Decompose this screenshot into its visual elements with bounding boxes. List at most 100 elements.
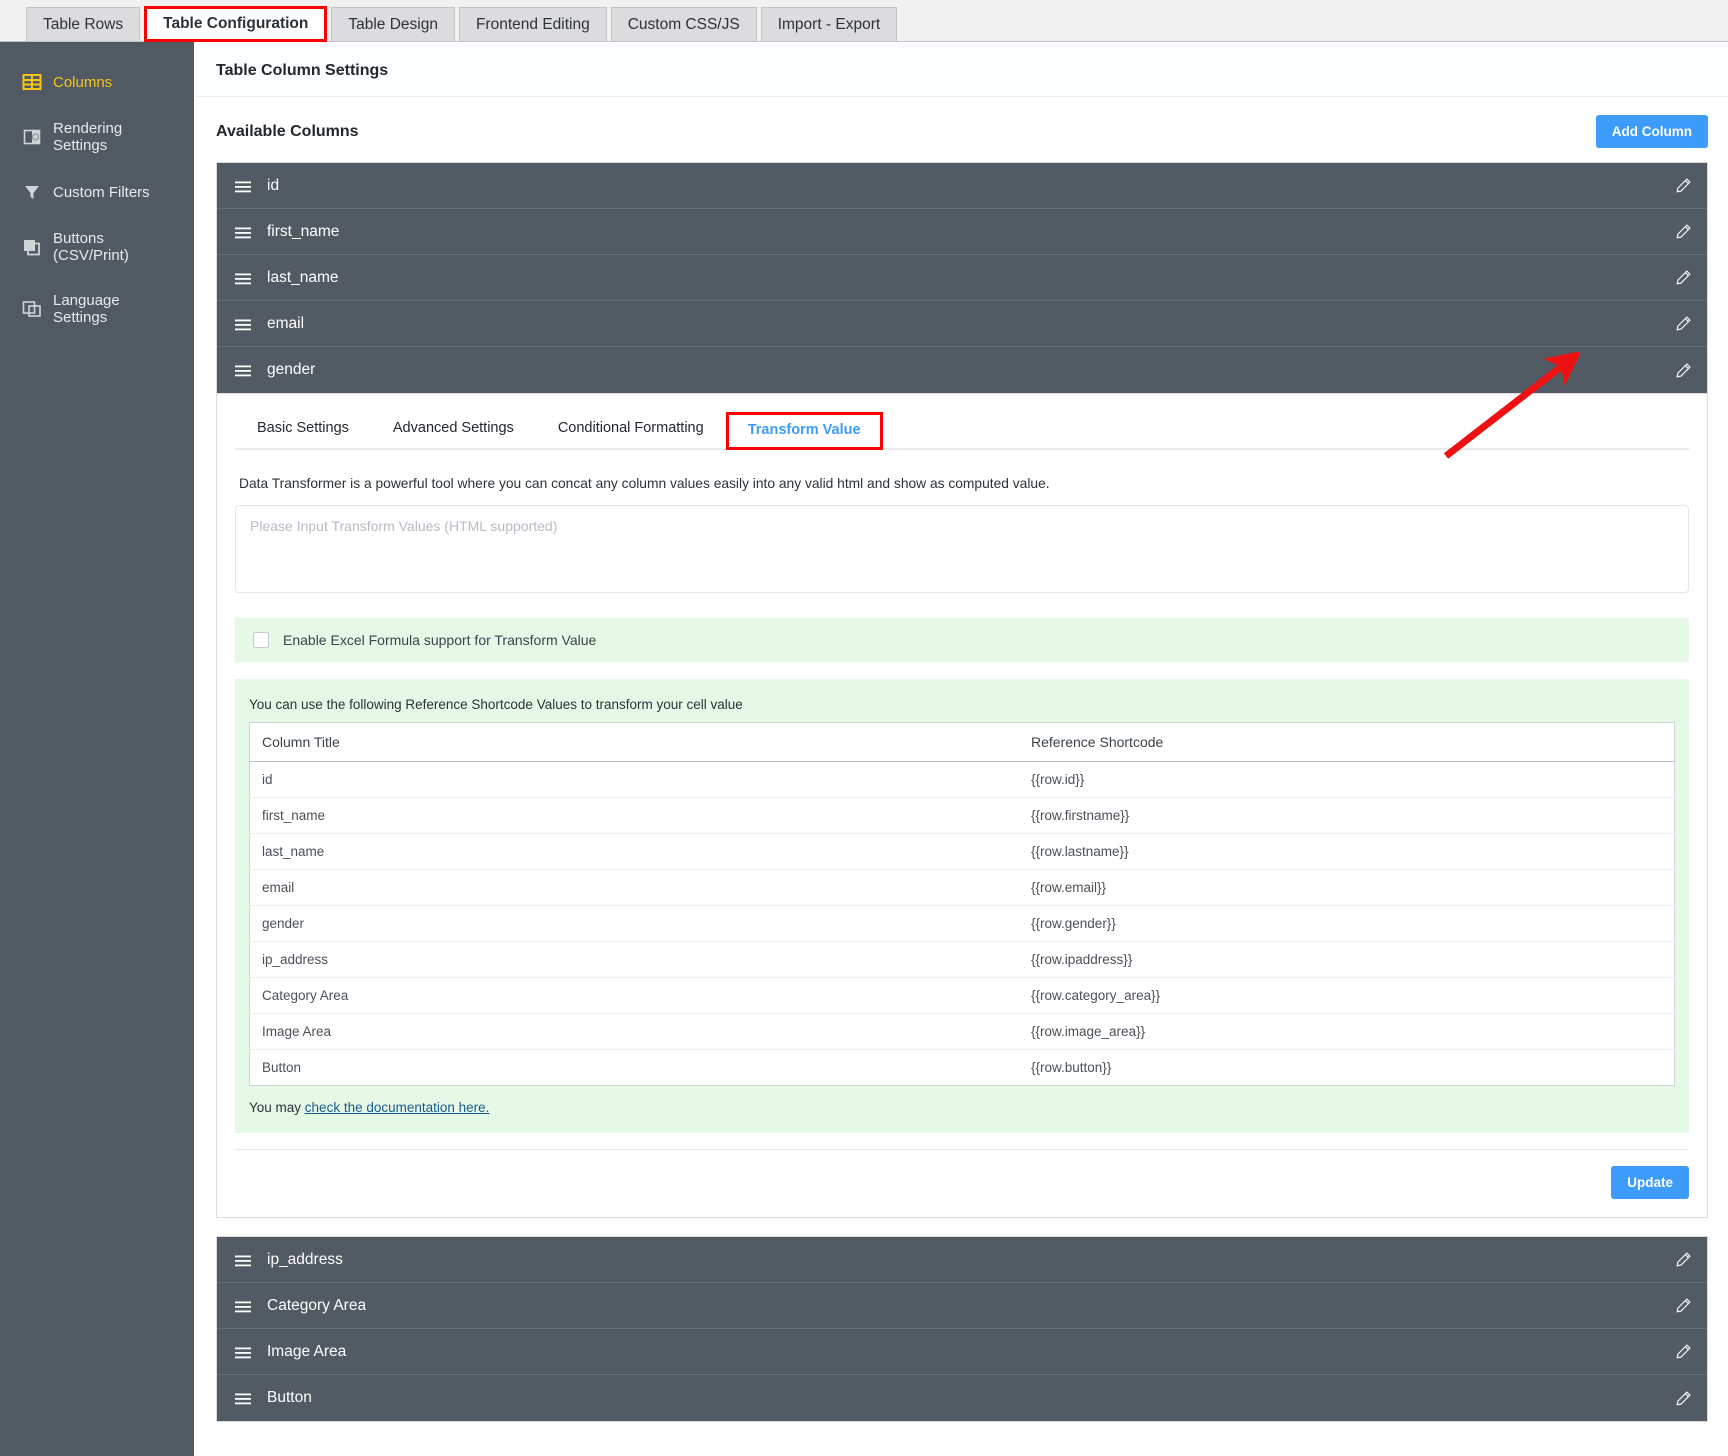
excel-formula-row: Enable Excel Formula support for Transfo… xyxy=(235,618,1689,662)
column-row-label: gender xyxy=(267,361,316,378)
column-row-email[interactable]: email xyxy=(217,301,1707,347)
cell-column-title: last_name xyxy=(249,833,1019,870)
transform-description: Data Transformer is a powerful tool wher… xyxy=(239,476,1050,491)
content-area: Table Column Settings Available Columns … xyxy=(194,42,1728,1456)
pencil-icon[interactable] xyxy=(1676,178,1691,193)
tab-label: Transform Value xyxy=(747,422,861,438)
cell-shortcode: {{row.lastname}} xyxy=(1019,833,1675,870)
enable-excel-formula-checkbox[interactable] xyxy=(253,632,269,648)
drag-handle-icon[interactable] xyxy=(235,1346,251,1358)
tab-conditional-formatting[interactable]: Conditional Formatting xyxy=(536,410,726,448)
column-row-label: last_name xyxy=(267,268,339,286)
tab-transform-value[interactable]: Transform Value xyxy=(725,412,883,450)
table-header-row: Column Title Reference Shortcode xyxy=(249,722,1675,762)
column-row-label: Image Area xyxy=(267,1342,347,1360)
main-shell: Columns Rendering Settings Custom Filter… xyxy=(0,42,1728,1456)
reference-shortcode-table: Column Title Reference Shortcode id {{ro… xyxy=(249,722,1675,1086)
tab-custom-css-js[interactable]: Custom CSS/JS xyxy=(610,7,757,41)
drag-handle-icon[interactable] xyxy=(235,1300,251,1312)
drag-handle-icon[interactable] xyxy=(235,272,251,284)
column-row-label: first_name xyxy=(267,222,340,240)
drag-handle-icon[interactable] xyxy=(235,364,251,377)
tab-label: Basic Settings xyxy=(257,420,349,436)
language-icon xyxy=(22,299,42,319)
pencil-icon[interactable] xyxy=(1676,1252,1691,1267)
table-row: email {{row.email}} xyxy=(249,869,1675,906)
sidebar-item-columns[interactable]: Columns xyxy=(0,58,194,106)
sidebar-item-language-settings[interactable]: Language Settings xyxy=(0,278,194,340)
table-row: Image Area {{row.image_area}} xyxy=(249,1013,1675,1050)
buttons-icon xyxy=(22,237,42,257)
available-columns-label: Available Columns xyxy=(216,122,359,140)
cell-shortcode: {{row.gender}} xyxy=(1019,905,1675,942)
tab-label: Custom CSS/JS xyxy=(627,16,740,33)
column-row-image-area[interactable]: Image Area xyxy=(217,1329,1707,1375)
tab-table-rows[interactable]: Table Rows xyxy=(26,7,141,41)
column-list-top: id first_name last_name email gender xyxy=(216,162,1708,394)
update-button[interactable]: Update xyxy=(1611,1166,1689,1199)
column-row-label: Button xyxy=(267,1389,312,1406)
cell-shortcode: {{row.button}} xyxy=(1031,1060,1112,1075)
pencil-icon[interactable] xyxy=(1676,224,1691,239)
sidebar-item-rendering-settings[interactable]: Rendering Settings xyxy=(0,106,194,168)
transform-values-input[interactable] xyxy=(235,505,1689,593)
table-columns-icon xyxy=(22,72,42,92)
detail-tab-bar: Basic Settings Advanced Settings Conditi… xyxy=(235,394,1689,450)
drag-handle-icon[interactable] xyxy=(235,1392,251,1405)
cell-shortcode: {{row.firstname}} xyxy=(1019,797,1675,834)
column-detail-panel: Basic Settings Advanced Settings Conditi… xyxy=(216,394,1708,1218)
tab-label: Table Design xyxy=(348,16,438,33)
pencil-icon[interactable] xyxy=(1676,270,1691,285)
sidebar-item-label: Columns xyxy=(53,73,113,91)
drag-handle-icon[interactable] xyxy=(235,318,251,330)
drag-handle-icon[interactable] xyxy=(235,226,251,238)
cell-shortcode: {{row.email}} xyxy=(1019,869,1675,906)
tab-table-configuration[interactable]: Table Configuration xyxy=(144,6,328,42)
pencil-icon[interactable] xyxy=(1676,362,1691,378)
pencil-icon[interactable] xyxy=(1676,316,1691,331)
column-row-ip-address[interactable]: ip_address xyxy=(217,1237,1707,1283)
documentation-link[interactable]: check the documentation here. xyxy=(305,1100,490,1115)
column-row-first-name[interactable]: first_name xyxy=(217,209,1707,255)
top-tab-bar: Table Rows Table Configuration Table Des… xyxy=(0,0,1728,42)
enable-excel-formula-label[interactable]: Enable Excel Formula support for Transfo… xyxy=(283,632,596,648)
sidebar-item-label: Buttons (CSV/Print) xyxy=(53,230,129,264)
drag-handle-icon[interactable] xyxy=(235,180,251,192)
column-row-last-name[interactable]: last_name xyxy=(217,255,1707,301)
column-row-gender[interactable]: gender xyxy=(217,347,1707,393)
column-row-label: ip_address xyxy=(267,1250,343,1268)
tab-import-export[interactable]: Import - Export xyxy=(760,7,898,41)
cell-shortcode: {{row.category_area}} xyxy=(1019,977,1675,1014)
cell-column-title: Button xyxy=(262,1060,302,1075)
column-row-label: id xyxy=(267,176,280,194)
cell-column-title: Category Area xyxy=(249,977,1019,1014)
table-row: id {{row.id}} xyxy=(249,761,1675,798)
sidebar-item-custom-filters[interactable]: Custom Filters xyxy=(0,168,194,216)
tab-label: Conditional Formatting xyxy=(557,420,704,436)
tab-label: Import - Export xyxy=(777,16,881,33)
table-row: Button {{row.button}} xyxy=(250,1050,1675,1086)
pencil-icon[interactable] xyxy=(1676,1298,1691,1313)
sidebar-item-label: Rendering Settings xyxy=(53,120,123,154)
tab-label: Frontend Editing xyxy=(475,16,590,33)
column-row-button[interactable]: Button xyxy=(217,1375,1707,1421)
cell-shortcode: {{row.ipaddress}} xyxy=(1019,941,1675,978)
drag-handle-icon[interactable] xyxy=(235,1254,251,1266)
pencil-icon[interactable] xyxy=(1676,1390,1691,1406)
header-column-title: Column Title xyxy=(249,722,1019,762)
tab-table-design[interactable]: Table Design xyxy=(331,7,455,41)
documentation-prefix: You may xyxy=(249,1100,305,1115)
tab-frontend-editing[interactable]: Frontend Editing xyxy=(458,7,607,41)
column-row-id[interactable]: id xyxy=(217,163,1707,209)
pencil-icon[interactable] xyxy=(1676,1344,1691,1359)
sidebar-item-buttons-csv-print[interactable]: Buttons (CSV/Print) xyxy=(0,216,194,278)
tab-advanced-settings[interactable]: Advanced Settings xyxy=(371,410,536,448)
cell-shortcode: {{row.id}} xyxy=(1019,761,1675,798)
add-column-button[interactable]: Add Column xyxy=(1595,115,1708,148)
column-row-category-area[interactable]: Category Area xyxy=(217,1283,1707,1329)
column-row-label: email xyxy=(267,314,305,332)
sidebar: Columns Rendering Settings Custom Filter… xyxy=(0,42,194,1456)
tab-basic-settings[interactable]: Basic Settings xyxy=(235,410,371,448)
sidebar-item-label: Language Settings xyxy=(53,292,120,326)
render-icon xyxy=(22,127,42,147)
